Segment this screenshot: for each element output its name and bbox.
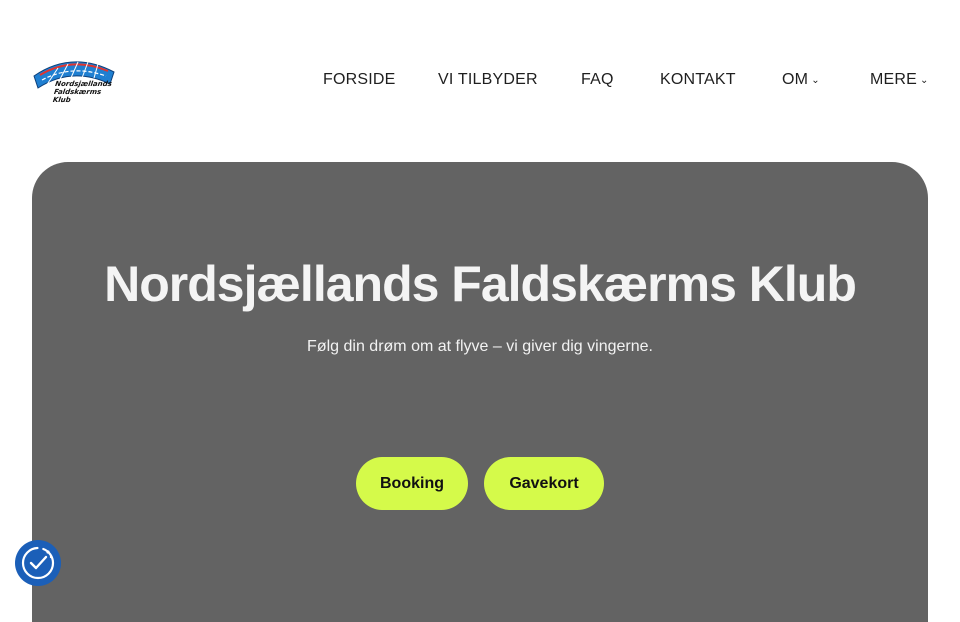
nav-item-faq[interactable]: FAQ [581, 70, 614, 90]
nav-label: MERE [870, 71, 918, 88]
nav-item-kontakt[interactable]: KONTAKT [660, 70, 736, 90]
cookie-consent-check-icon [21, 546, 55, 580]
hero-title: Nordsjællands Faldskærms Klub [104, 256, 857, 312]
nav-label: VI TILBYDER [438, 71, 538, 88]
hero-banner: Nordsjællands Faldskærms Klub Følg din d… [32, 162, 928, 622]
hero-subtitle: Følg din drøm om at flyve – vi giver dig… [307, 338, 653, 355]
nav-item-om[interactable]: OM ⌄ [782, 70, 820, 91]
chevron-down-icon: ⌄ [920, 75, 929, 86]
main-navigation: FORSIDE VI TILBYDER FAQ KONTAKT OM ⌄ MERE… [0, 70, 960, 92]
nav-item-forside[interactable]: FORSIDE [323, 70, 396, 90]
nav-label: FAQ [581, 71, 614, 88]
nav-label: FORSIDE [323, 71, 396, 88]
booking-button[interactable]: Booking [356, 457, 468, 510]
site-header: Nordsjællands Faldskærms Klub FORSIDE VI… [0, 0, 960, 160]
cookie-consent-button[interactable] [15, 540, 61, 586]
gavekort-button[interactable]: Gavekort [484, 457, 604, 510]
nav-item-mere[interactable]: MERE ⌄ [870, 70, 929, 91]
nav-item-vi-tilbyder[interactable]: VI TILBYDER [438, 70, 538, 90]
logo-line-3: Klub [52, 96, 72, 104]
chevron-down-icon: ⌄ [811, 75, 820, 86]
nav-label: OM [782, 71, 809, 88]
nav-label: KONTAKT [660, 71, 736, 88]
